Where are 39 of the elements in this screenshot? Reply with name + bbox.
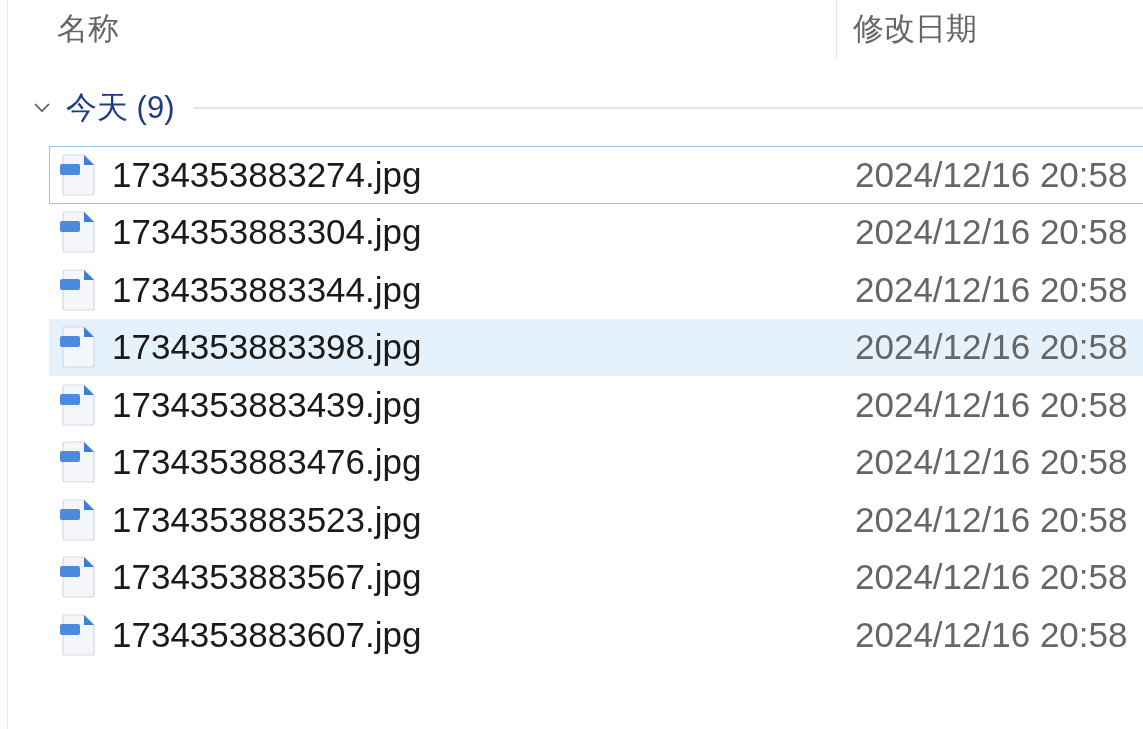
file-row[interactable]: 1734353883304.jpg 2024/12/16 20:58 [49, 203, 1143, 261]
column-header[interactable]: 修改日期 [853, 8, 977, 50]
image-file-icon [60, 498, 96, 541]
file-name: 1734353883439.jpg [112, 384, 422, 425]
file-name: 1734353883398.jpg [112, 327, 422, 368]
modified-date: 2024/12/16 20:58 [855, 614, 1128, 655]
file-name: 1734353883523.jpg [112, 499, 422, 540]
modified-date: 2024/12/16 20:58 [855, 557, 1128, 598]
modified-date: 2024/12/16 20:58 [855, 327, 1128, 368]
modified-date: 2024/12/16 20:58 [855, 384, 1128, 425]
file-row[interactable]: 1734353883607.jpg 2024/12/16 20:58 [49, 606, 1143, 664]
file-row[interactable]: 1734353883523.jpg 2024/12/16 20:58 [49, 491, 1143, 549]
image-file-icon [60, 383, 96, 426]
file-name: 1734353883344.jpg [112, 269, 422, 310]
file-row[interactable]: 1734353883476.jpg 2024/12/16 20:58 [49, 433, 1143, 491]
column-header[interactable]: 名称 [57, 8, 119, 50]
image-file-icon [60, 211, 96, 254]
file-row[interactable]: 1734353883344.jpg 2024/12/16 20:58 [49, 261, 1143, 319]
modified-date: 2024/12/16 20:58 [855, 269, 1128, 310]
file-name: 1734353883274.jpg [112, 154, 422, 195]
image-file-icon [60, 613, 96, 656]
modified-date: 2024/12/16 20:58 [855, 154, 1128, 195]
file-row[interactable]: 1734353883439.jpg 2024/12/16 20:58 [49, 376, 1143, 434]
image-file-icon [60, 556, 96, 599]
image-file-icon [60, 326, 96, 369]
file-name: 1734353883567.jpg [112, 557, 422, 598]
modified-date: 2024/12/16 20:58 [855, 212, 1128, 253]
modified-date: 2024/12/16 20:58 [855, 442, 1128, 483]
group-header[interactable]: 今天 (9) [66, 87, 175, 129]
image-file-icon [60, 268, 96, 311]
file-row[interactable]: 1734353883274.jpg 2024/12/16 20:58 [49, 146, 1143, 204]
file-name: 1734353883476.jpg [112, 442, 422, 483]
image-file-icon [60, 441, 96, 484]
file-name: 1734353883304.jpg [112, 212, 422, 253]
file-name: 1734353883607.jpg [112, 614, 422, 655]
file-row[interactable]: 1734353883567.jpg 2024/12/16 20:58 [49, 548, 1143, 606]
image-file-icon [60, 153, 96, 196]
modified-date: 2024/12/16 20:58 [855, 499, 1128, 540]
file-row[interactable]: 1734353883398.jpg 2024/12/16 20:58 [49, 318, 1143, 376]
